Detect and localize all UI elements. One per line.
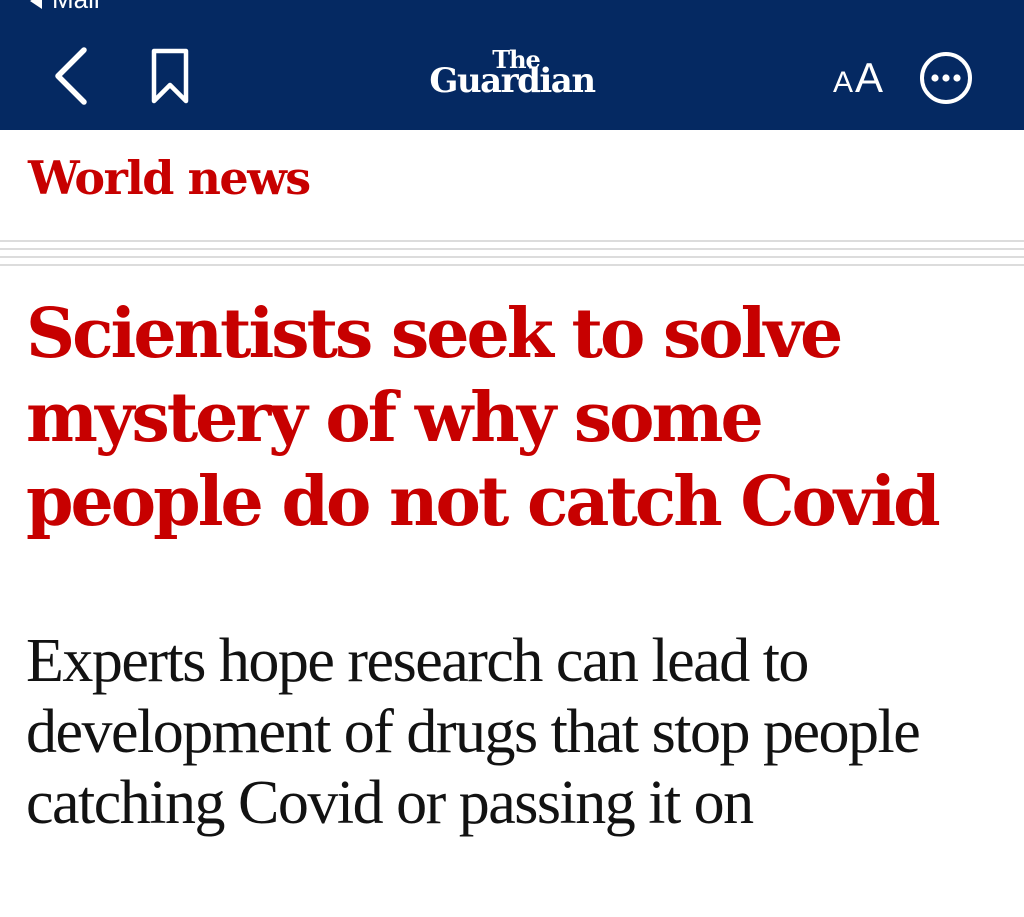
- article-headline: Scientists seek to solve mystery of why …: [26, 294, 941, 542]
- app-header: Mail The Guardian A A: [0, 0, 1024, 130]
- back-triangle-icon: [30, 0, 42, 9]
- status-back-to-mail[interactable]: Mail: [30, 0, 100, 12]
- text-size-button[interactable]: A A: [818, 48, 898, 108]
- text-size-small-a: A: [832, 66, 853, 99]
- more-options-button[interactable]: [912, 44, 980, 112]
- section-label[interactable]: World news: [28, 148, 311, 208]
- ellipsis-circle-icon: [920, 52, 972, 104]
- status-back-label: Mail: [52, 0, 100, 12]
- text-size-icon: A A: [832, 54, 884, 101]
- section-divider: [0, 240, 1024, 266]
- text-size-large-a: A: [855, 54, 884, 101]
- article-standfirst: Experts hope research can lead to develo…: [26, 627, 921, 837]
